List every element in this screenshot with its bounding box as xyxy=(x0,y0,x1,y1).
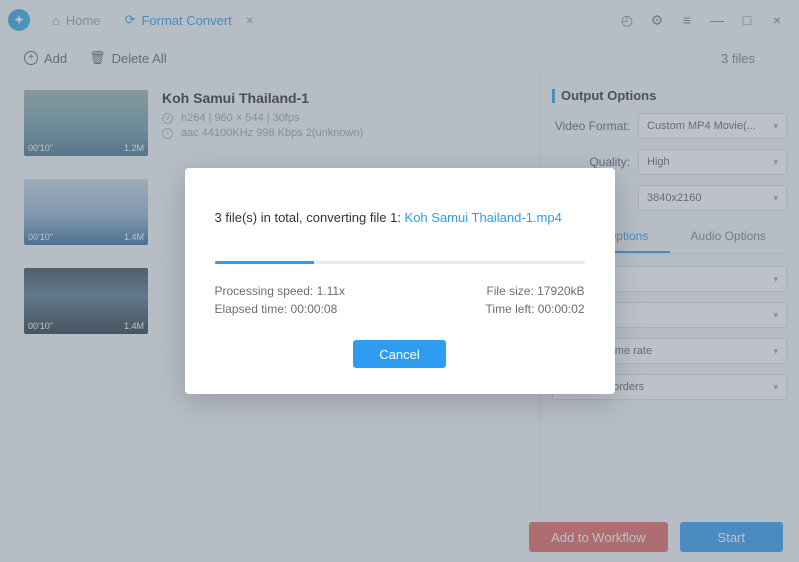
speed-stat: Processing speed: 1.11x xyxy=(215,284,346,298)
progress-bar xyxy=(215,261,585,264)
elapsed-stat: Elapsed time: 00:00:08 xyxy=(215,302,338,316)
current-file-link[interactable]: Koh Samui Thailand-1.mp4 xyxy=(405,210,562,225)
cancel-button[interactable]: Cancel xyxy=(353,340,445,368)
modal-overlay: 3 file(s) in total, converting file 1: K… xyxy=(0,0,799,562)
progress-fill xyxy=(215,261,315,264)
progress-dialog: 3 file(s) in total, converting file 1: K… xyxy=(185,168,615,394)
timeleft-stat: Time left: 00:00:02 xyxy=(486,302,585,316)
filesize-stat: File size: 17920kB xyxy=(486,284,584,298)
progress-message: 3 file(s) in total, converting file 1: K… xyxy=(215,210,585,225)
